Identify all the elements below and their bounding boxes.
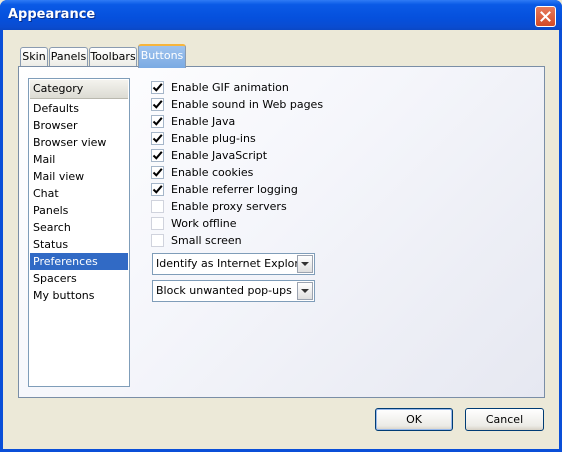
category-item-panels[interactable]: Panels (30, 202, 128, 219)
checkmark-icon (152, 83, 163, 92)
popup-blocking-select[interactable]: Block unwanted pop-ups (152, 280, 315, 302)
checkmark-icon (152, 185, 163, 194)
option-label: Work offline (171, 217, 237, 230)
option-row[interactable]: Small screen (151, 233, 351, 250)
tab-panel: Category Defaults Browser Browser view Mail… (18, 66, 545, 398)
category-item-spacers[interactable]: Spacers (30, 270, 128, 287)
category-item-mail-view[interactable]: Mail view (30, 168, 128, 185)
category-item-mail[interactable]: Mail (30, 151, 128, 168)
option-label: Enable referrer logging (171, 183, 298, 196)
dropdown-button[interactable] (297, 255, 313, 273)
category-item-my-buttons[interactable]: My buttons (30, 287, 128, 304)
category-item-browser[interactable]: Browser (30, 117, 128, 134)
option-row[interactable]: Enable GIF animation (151, 80, 351, 97)
tab-panels[interactable]: Panels (49, 47, 88, 67)
option-checkbox[interactable] (151, 217, 164, 230)
chevron-down-icon (301, 288, 309, 293)
option-row[interactable]: Enable referrer logging (151, 182, 351, 199)
option-row[interactable]: Enable cookies (151, 165, 351, 182)
option-row[interactable]: Work offline (151, 216, 351, 233)
close-button[interactable] (535, 6, 556, 27)
popup-blocking-value: Block unwanted pop-ups (156, 284, 292, 297)
category-item-search[interactable]: Search (30, 219, 128, 236)
option-label: Small screen (171, 234, 242, 247)
dropdown-button[interactable] (297, 282, 313, 300)
option-row[interactable]: Enable sound in Web pages (151, 97, 351, 114)
category-header[interactable]: Category (30, 80, 128, 99)
tab-buttons[interactable]: Buttons (138, 44, 186, 68)
option-label: Enable JavaScript (171, 149, 268, 162)
option-checkbox[interactable] (151, 132, 164, 145)
category-item-defaults[interactable]: Defaults (30, 100, 128, 117)
checkmark-icon (152, 151, 163, 160)
identify-as-select[interactable]: Identify as Internet Explorer (152, 253, 315, 275)
close-icon (540, 11, 551, 22)
option-label: Enable proxy servers (171, 200, 287, 213)
chevron-down-icon (301, 261, 309, 266)
cancel-button[interactable]: Cancel (465, 408, 544, 431)
option-checkbox[interactable] (151, 98, 164, 111)
checkmark-icon (152, 117, 163, 126)
identify-as-value: Identify as Internet Explorer (156, 257, 310, 270)
option-row[interactable]: Enable plug-ins (151, 131, 351, 148)
option-row[interactable]: Enable proxy servers (151, 199, 351, 216)
category-list[interactable]: Category Defaults Browser Browser view Mail… (28, 78, 130, 387)
option-row[interactable]: Enable Java (151, 114, 351, 131)
checkmark-icon (152, 100, 163, 109)
category-item-status[interactable]: Status (30, 236, 128, 253)
checkmark-icon (152, 168, 163, 177)
option-label: Enable plug-ins (171, 132, 256, 145)
tab-toolbars[interactable]: Toolbars (89, 47, 137, 67)
category-item-chat[interactable]: Chat (30, 185, 128, 202)
checkmark-icon (152, 134, 163, 143)
option-checkbox[interactable] (151, 200, 164, 213)
option-checkbox[interactable] (151, 234, 164, 247)
option-checkbox[interactable] (151, 166, 164, 179)
option-label: Enable cookies (171, 166, 254, 179)
option-row[interactable]: Enable JavaScript (151, 148, 351, 165)
tab-skin[interactable]: Skin (20, 47, 48, 67)
category-item-browser-view[interactable]: Browser view (30, 134, 128, 151)
option-label: Enable Java (171, 115, 236, 128)
appearance-dialog: Appearance Skin Panels Toolbars Buttons … (0, 0, 562, 452)
option-label: Enable GIF animation (171, 81, 289, 94)
option-checkbox[interactable] (151, 115, 164, 128)
option-checkbox[interactable] (151, 81, 164, 94)
title-bar[interactable]: Appearance (0, 0, 562, 30)
category-item-preferences[interactable]: Preferences (30, 253, 128, 270)
dialog-body: Skin Panels Toolbars Buttons Category De… (3, 30, 559, 449)
window-title: Appearance (8, 7, 96, 22)
option-label: Enable sound in Web pages (171, 98, 324, 111)
option-checkbox[interactable] (151, 183, 164, 196)
ok-button[interactable]: OK (375, 408, 453, 431)
option-checkbox[interactable] (151, 149, 164, 162)
